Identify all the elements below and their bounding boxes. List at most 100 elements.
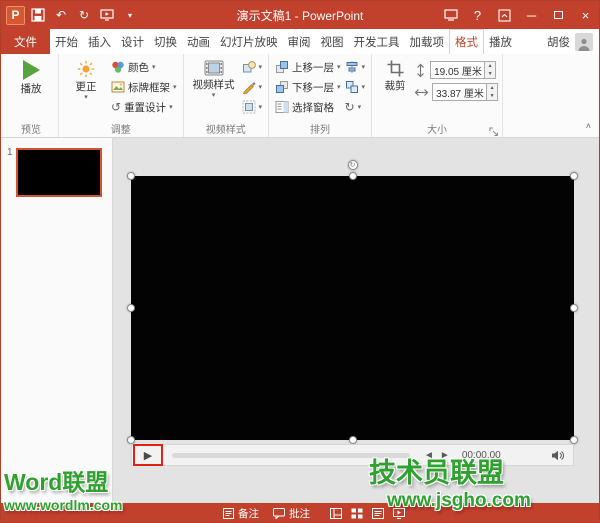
tab-developer[interactable]: 开发工具: [349, 29, 405, 54]
tab-slideshow[interactable]: 幻灯片放映: [215, 29, 283, 54]
ribbon-display-options-icon[interactable]: [491, 1, 518, 29]
account-area[interactable]: 胡俊: [547, 29, 599, 54]
corrections-label: 更正: [75, 81, 97, 93]
video-border-icon: [242, 82, 256, 94]
close-button[interactable]: ×: [572, 1, 599, 29]
tab-view[interactable]: 视图: [316, 29, 349, 54]
comments-button[interactable]: 批注: [273, 506, 310, 521]
send-backward-icon: [276, 81, 289, 93]
video-object[interactable]: ↻: [127, 160, 578, 444]
collapse-ribbon-icon[interactable]: ˄: [586, 121, 591, 131]
color-label: 颜色: [128, 61, 149, 74]
resize-handle-top-middle[interactable]: [348, 172, 357, 180]
video-styles-button[interactable]: 视频样式 ▾: [188, 57, 240, 117]
rotate-button[interactable]: ↻ ▾: [343, 97, 368, 117]
media-progress-bar[interactable]: [172, 452, 410, 458]
color-icon: [112, 61, 124, 73]
play-icon: [22, 60, 40, 80]
normal-view-icon[interactable]: [330, 507, 342, 519]
resize-handle-bottom-middle[interactable]: [348, 436, 357, 444]
send-backward-button[interactable]: 下移一层 ▾: [273, 77, 343, 97]
crop-button[interactable]: 裁剪: [376, 57, 414, 102]
tab-review[interactable]: 审阅: [283, 29, 316, 54]
tab-addins[interactable]: 加载项: [405, 29, 450, 54]
minimize-button[interactable]: ─: [518, 1, 545, 29]
chevron-down-icon: ▾: [361, 64, 366, 71]
chevron-down-icon: ▾: [211, 92, 216, 99]
height-input[interactable]: 19.05 厘米 ▲ ▼: [430, 61, 497, 79]
width-input[interactable]: 33.87 厘米 ▲ ▼: [432, 83, 499, 101]
video-styles-label: 视频样式: [192, 79, 235, 91]
slide-thumbnail-panel: 1: [1, 138, 113, 503]
resize-handle-bottom-right[interactable]: [570, 436, 578, 444]
help-icon[interactable]: ?: [464, 1, 491, 29]
presentation-display-icon[interactable]: [437, 1, 464, 29]
size-dialog-launcher-icon[interactable]: [489, 124, 499, 136]
reading-view-icon[interactable]: [372, 507, 384, 519]
spinner-down-icon[interactable]: ▼: [485, 70, 495, 78]
send-backward-label: 下移一层: [292, 81, 335, 94]
width-spinner[interactable]: ▲ ▼: [486, 84, 498, 100]
spinner-up-icon[interactable]: ▲: [485, 62, 495, 70]
align-button[interactable]: ▾: [343, 57, 368, 77]
play-button[interactable]: 播放: [8, 57, 54, 96]
resize-handle-top-right[interactable]: [570, 172, 578, 180]
watermark-jsgho-url: www.jsgho.com: [387, 490, 531, 511]
chevron-down-icon: ▾: [169, 104, 173, 111]
group-objects-icon: [345, 81, 358, 93]
media-play-button[interactable]: ▶: [144, 449, 152, 462]
tab-insert[interactable]: 插入: [83, 29, 116, 54]
slide-sorter-view-icon[interactable]: [351, 508, 363, 519]
watermark-jsgho-name: 技术员联盟: [369, 458, 504, 488]
tab-animations[interactable]: 动画: [182, 29, 215, 54]
video-effects-button[interactable]: ▾: [240, 97, 265, 117]
resize-handle-middle-right[interactable]: [570, 304, 578, 312]
notes-label: 备注: [238, 507, 259, 520]
video-shape-button[interactable]: ▾: [240, 57, 265, 77]
height-spinner[interactable]: ▲ ▼: [484, 62, 496, 78]
slide-number: 1: [7, 147, 13, 158]
notes-button[interactable]: 备注: [223, 506, 259, 521]
tab-file[interactable]: 文件: [1, 29, 50, 54]
save-icon[interactable]: [28, 5, 48, 25]
tab-design[interactable]: 设计: [116, 29, 149, 54]
tab-playback[interactable]: 播放: [484, 29, 517, 54]
bring-forward-button[interactable]: 上移一层 ▾: [273, 57, 343, 77]
ribbon-tab-row: 文件 开始 插入 设计 切换 动画 幻灯片放映 审阅 视图 开发工具 加载项 格…: [1, 29, 599, 55]
height-icon: [417, 63, 424, 77]
undo-icon[interactable]: ↶: [51, 5, 71, 25]
rotation-handle[interactable]: ↻: [347, 160, 358, 170]
slide-canvas[interactable]: ↻ ▶ ◄ ► 00:00.00: [113, 138, 599, 503]
tab-home[interactable]: 开始: [50, 29, 83, 54]
media-play-area: ▶: [133, 444, 163, 466]
group-video-styles: 视频样式 ▾ ▾ ▾ ▾ 视频样式: [184, 54, 270, 137]
color-button[interactable]: 颜色 ▾: [109, 57, 179, 77]
tab-format[interactable]: 格式: [449, 29, 484, 55]
user-avatar[interactable]: [575, 32, 593, 51]
selection-pane-button[interactable]: 选择窗格: [273, 97, 343, 117]
powerpoint-app-icon[interactable]: P: [6, 5, 25, 25]
start-slideshow-icon[interactable]: [97, 5, 117, 25]
spinner-down-icon[interactable]: ▼: [487, 92, 497, 100]
group-label-preview: 预览: [21, 125, 41, 136]
resize-handle-top-left[interactable]: [127, 172, 135, 180]
chevron-down-icon: ▾: [361, 84, 366, 91]
maximize-button[interactable]: [545, 1, 572, 29]
chevron-down-icon: ▾: [152, 64, 156, 71]
resize-handle-bottom-left[interactable]: [127, 436, 135, 444]
tab-transitions[interactable]: 切换: [149, 29, 182, 54]
slide-thumbnail[interactable]: [16, 148, 102, 197]
comments-label: 批注: [289, 507, 310, 520]
poster-frame-button[interactable]: 标牌框架 ▾: [109, 77, 179, 97]
redo-icon[interactable]: ↻: [74, 5, 94, 25]
group-adjust: 更正 ▾ 颜色 ▾ 标牌框架 ▾ ↺ 重置设计 ▾ 调整: [59, 54, 184, 137]
chevron-down-icon: ▾: [337, 64, 341, 71]
video-border-button[interactable]: ▾: [240, 77, 265, 97]
spinner-up-icon[interactable]: ▲: [487, 84, 497, 92]
volume-icon[interactable]: [551, 450, 565, 461]
reset-design-button[interactable]: ↺ 重置设计 ▾: [109, 97, 179, 117]
group-objects-button[interactable]: ▾: [343, 77, 368, 97]
resize-handle-middle-left[interactable]: [127, 304, 135, 312]
corrections-button[interactable]: 更正 ▾: [63, 57, 109, 117]
qat-customize-icon[interactable]: ▾: [120, 5, 140, 25]
